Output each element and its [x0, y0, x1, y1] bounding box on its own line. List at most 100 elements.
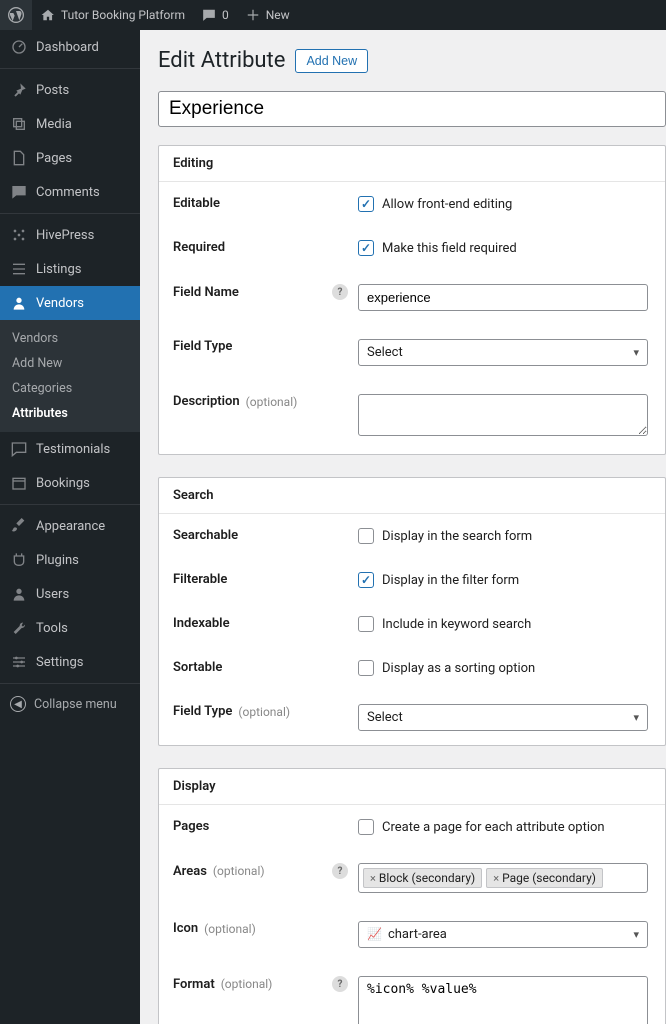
icon-label: Icon	[173, 921, 198, 936]
menu-dashboard-label: Dashboard	[36, 40, 99, 55]
submenu-add-new[interactable]: Add New	[0, 351, 140, 376]
site-name-link[interactable]: Tutor Booking Platform	[32, 0, 193, 30]
filterable-checkbox[interactable]	[358, 572, 374, 588]
wordpress-logo-menu[interactable]	[0, 0, 32, 30]
fieldname-label: Field Name	[173, 285, 239, 300]
fieldtype-select[interactable]: Select	[358, 339, 648, 366]
submenu-attributes[interactable]: Attributes	[0, 401, 140, 426]
indexable-label: Indexable	[173, 616, 358, 631]
menu-users[interactable]: Users	[0, 577, 140, 611]
menu-pages[interactable]: Pages	[0, 141, 140, 175]
sortable-checkbox[interactable]	[358, 660, 374, 676]
page-title: Edit Attribute	[158, 48, 285, 73]
indexable-text: Include in keyword search	[382, 617, 531, 632]
submenu-categories[interactable]: Categories	[0, 376, 140, 401]
media-icon	[10, 115, 28, 133]
testimonial-icon	[10, 440, 28, 458]
collapse-menu[interactable]: ◀ Collapse menu	[0, 688, 140, 720]
menu-testimonials-label: Testimonials	[36, 442, 110, 457]
collapse-icon: ◀	[10, 696, 26, 712]
wrench-icon	[10, 619, 28, 637]
menu-dashboard[interactable]: Dashboard	[0, 30, 140, 64]
area-tag: ×Block (secondary)	[363, 868, 482, 888]
searchable-checkbox[interactable]	[358, 528, 374, 544]
comments-link[interactable]: 0	[193, 0, 237, 30]
menu-bookings[interactable]: Bookings	[0, 466, 140, 500]
editable-label: Editable	[173, 196, 358, 211]
menu-comments[interactable]: Comments	[0, 175, 140, 209]
plus-icon	[245, 7, 261, 23]
searchable-label: Searchable	[173, 528, 358, 543]
comment-icon	[201, 7, 217, 23]
help-icon[interactable]: ?	[332, 284, 348, 300]
attribute-title-input[interactable]	[158, 91, 666, 127]
menu-plugins[interactable]: Plugins	[0, 543, 140, 577]
display-panel: Display Pages Create a page for each att…	[158, 768, 666, 1024]
admin-sidebar: Dashboard Posts Media Pages Comments Hiv…	[0, 30, 140, 1024]
pin-icon	[10, 81, 28, 99]
description-textarea[interactable]	[358, 394, 648, 436]
remove-tag-icon[interactable]: ×	[370, 872, 376, 885]
user-icon	[10, 294, 28, 312]
menu-bookings-label: Bookings	[36, 476, 90, 491]
list-icon	[10, 260, 28, 278]
icon-select[interactable]: 📈chart-area	[358, 921, 648, 948]
menu-testimonials[interactable]: Testimonials	[0, 432, 140, 466]
vendors-submenu: Vendors Add New Categories Attributes	[0, 320, 140, 432]
sortable-label: Sortable	[173, 660, 358, 675]
indexable-checkbox[interactable]	[358, 616, 374, 632]
required-label: Required	[173, 240, 358, 255]
menu-appearance-label: Appearance	[36, 519, 105, 534]
search-header: Search	[159, 478, 665, 514]
menu-media-label: Media	[36, 117, 72, 132]
wordpress-logo-icon	[8, 7, 24, 23]
menu-appearance[interactable]: Appearance	[0, 509, 140, 543]
sortable-text: Display as a sorting option	[382, 661, 535, 676]
menu-listings-label: Listings	[36, 262, 81, 277]
areas-multiselect[interactable]: ×Block (secondary) ×Page (secondary)	[358, 863, 648, 893]
comments-icon	[10, 183, 28, 201]
editable-checkbox[interactable]	[358, 196, 374, 212]
search-fieldtype-label: Field Type	[173, 704, 232, 719]
menu-settings[interactable]: Settings	[0, 645, 140, 679]
required-checkbox[interactable]	[358, 240, 374, 256]
chart-area-icon: 📈	[367, 927, 382, 941]
search-panel: Search Searchable Display in the search …	[158, 477, 666, 746]
menu-posts[interactable]: Posts	[0, 73, 140, 107]
menu-listings[interactable]: Listings	[0, 252, 140, 286]
menu-vendors[interactable]: Vendors	[0, 286, 140, 320]
areas-optional: (optional)	[213, 864, 265, 878]
format-textarea[interactable]	[358, 976, 648, 1024]
admin-top-bar: Tutor Booking Platform 0 New	[0, 0, 666, 30]
help-icon[interactable]: ?	[332, 863, 348, 879]
submenu-vendors[interactable]: Vendors	[0, 326, 140, 351]
pages-label: Pages	[173, 819, 358, 834]
filterable-label: Filterable	[173, 572, 358, 587]
new-label: New	[266, 8, 290, 22]
hivepress-icon	[10, 226, 28, 244]
menu-hivepress-label: HivePress	[36, 228, 94, 243]
menu-plugins-label: Plugins	[36, 553, 79, 568]
fieldname-input[interactable]	[358, 284, 648, 311]
collapse-label: Collapse menu	[34, 697, 117, 712]
help-icon[interactable]: ?	[332, 976, 348, 992]
fieldtype-label: Field Type	[173, 339, 358, 354]
new-content-link[interactable]: New	[237, 0, 298, 30]
menu-tools[interactable]: Tools	[0, 611, 140, 645]
plugin-icon	[10, 551, 28, 569]
menu-media[interactable]: Media	[0, 107, 140, 141]
add-new-button[interactable]: Add New	[295, 49, 368, 73]
description-optional: (optional)	[246, 395, 298, 409]
menu-hivepress[interactable]: HivePress	[0, 218, 140, 252]
menu-vendors-label: Vendors	[36, 296, 84, 311]
search-fieldtype-select[interactable]: Select	[358, 704, 648, 731]
home-icon	[40, 7, 56, 23]
searchable-text: Display in the search form	[382, 529, 532, 544]
icon-optional: (optional)	[204, 922, 256, 936]
pages-checkbox[interactable]	[358, 819, 374, 835]
editing-panel: Editing Editable Allow front-end editing…	[158, 145, 666, 455]
menu-users-label: Users	[36, 587, 69, 602]
menu-tools-label: Tools	[36, 621, 68, 636]
remove-tag-icon[interactable]: ×	[493, 872, 499, 885]
comment-count: 0	[222, 8, 229, 22]
